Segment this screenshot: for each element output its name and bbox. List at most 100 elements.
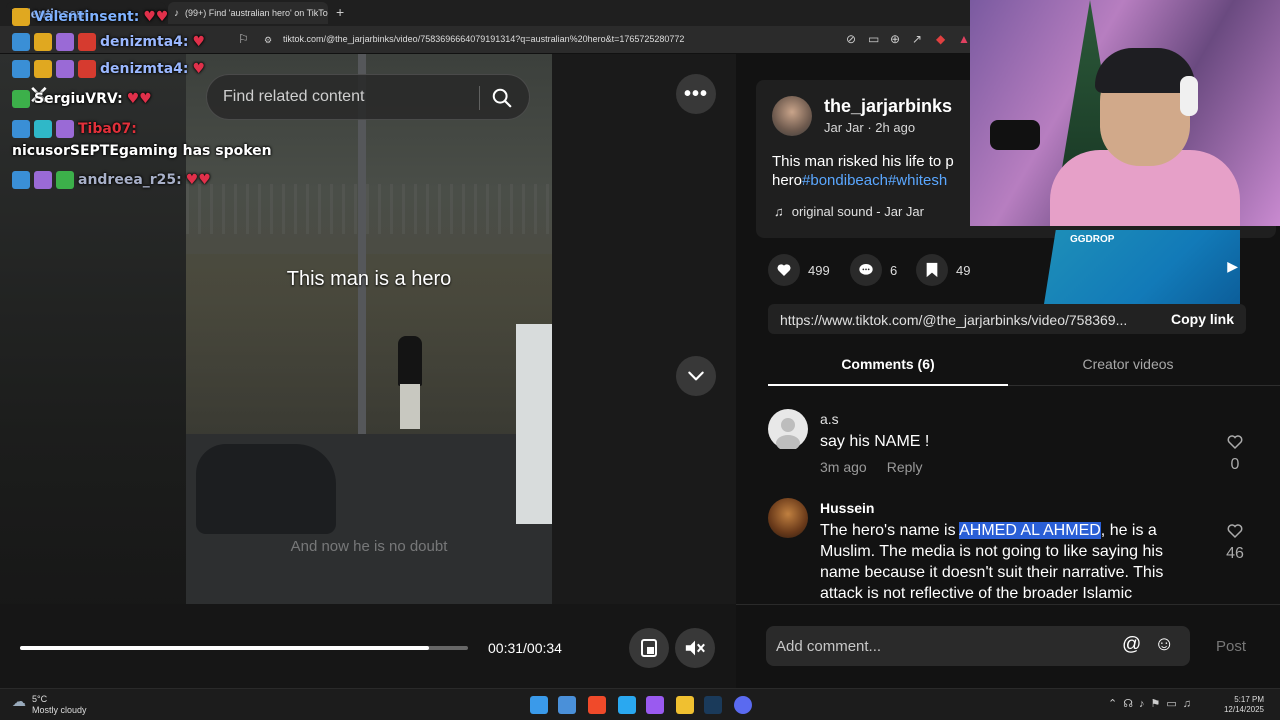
task-view-icon[interactable] <box>558 696 576 714</box>
clock[interactable]: 5:17 PM 12/14/2025 <box>1224 695 1264 715</box>
chat-username: denizmta4: <box>100 34 189 50</box>
comment-avatar[interactable] <box>768 409 808 451</box>
search-button[interactable] <box>485 81 519 115</box>
chat-message: denizmta4: ♥ <box>12 60 205 78</box>
url-field[interactable]: tiktok.com/@the_jarjarbinks/video/758369… <box>283 34 684 44</box>
like-stat[interactable]: 499 <box>768 254 830 286</box>
mute-site-icon[interactable]: ⊘ <box>846 32 856 46</box>
brave-browser-icon[interactable] <box>588 696 606 714</box>
reply-button[interactable]: Reply <box>887 459 923 475</box>
desc-line-1: This man risked his life to p <box>772 153 954 170</box>
chat-username: Valentinsent: <box>34 9 140 25</box>
pip-button[interactable] <box>629 628 669 668</box>
comment-like-count: 0 <box>1230 456 1240 473</box>
chat-message: SergiuVRV: ♥♥ <box>12 90 152 108</box>
weather-temp: 5°C <box>32 694 48 704</box>
browser-tab-active[interactable]: ♪ (99+) Find 'australian hero' on TikTok… <box>168 2 328 24</box>
comment-like-count: 46 <box>1226 545 1244 562</box>
heart-icon <box>768 254 800 286</box>
next-video-button[interactable] <box>676 356 716 396</box>
gift-badge-icon <box>12 90 30 108</box>
scene-car <box>196 444 336 534</box>
emoji-icon[interactable]: ☺ <box>1154 633 1174 656</box>
system-tray-icons[interactable]: ⌃☊♪⚑▭♫ <box>1108 697 1197 710</box>
emote-icon: ♥ <box>192 61 206 77</box>
video-player[interactable] <box>186 54 552 604</box>
emote-icon: ♥ <box>192 34 206 50</box>
comment-time: 3m ago <box>820 459 867 475</box>
share-url[interactable]: https://www.tiktok.com/@the_jarjarbinks/… <box>780 312 1150 328</box>
comment-like-button[interactable]: 46 <box>1220 522 1250 563</box>
badge-icon <box>12 33 30 51</box>
creator-username[interactable]: the_jarjarbinks <box>824 96 952 117</box>
badge-icon <box>12 171 30 189</box>
add-comment-input[interactable] <box>776 635 1106 657</box>
bookmark-icon[interactable]: ⚐ <box>238 32 249 46</box>
video-progress-bar[interactable] <box>20 646 468 650</box>
chat-message: Tiba07: <box>12 120 137 138</box>
chat-message: andreea_r25: ♥♥ <box>12 171 211 189</box>
search-icon <box>492 88 512 108</box>
app-icon[interactable] <box>618 696 636 714</box>
comment-like-button[interactable]: 0 <box>1220 433 1250 474</box>
crown-badge-icon <box>34 33 52 51</box>
scene-person-legs <box>400 384 420 429</box>
video-subtitle: And now he is no doubt <box>290 538 448 555</box>
heart-outline-icon <box>1227 435 1243 450</box>
windows-start-icon[interactable] <box>530 696 548 714</box>
comment-item: a.s say his NAME ! 3m ago Reply 0 <box>768 409 1258 479</box>
video-caption: This man is a hero <box>286 268 452 290</box>
heart-emote-icon: ♥♥ <box>185 172 211 188</box>
video-time: 00:31/00:34 <box>488 640 562 656</box>
sound-link[interactable]: ♫ original sound - Jar Jar <box>774 204 924 219</box>
mention-icon[interactable]: @ <box>1122 634 1141 656</box>
default-avatar-icon <box>776 418 800 451</box>
comment-username[interactable]: Hussein <box>820 500 874 516</box>
chat-message: nicusorSEPTEgaming has spoken <box>12 143 272 159</box>
zoom-icon[interactable]: ⊕ <box>890 32 900 46</box>
tab-creator-videos[interactable]: Creator videos <box>1008 356 1248 372</box>
hashtag-link[interactable]: #bondibeach <box>802 172 888 189</box>
creator-subname: Jar Jar · 2h ago <box>824 120 916 135</box>
new-tab-button[interactable]: + <box>336 4 344 20</box>
comment-avatar[interactable] <box>768 498 808 538</box>
music-note-icon: ♫ <box>774 204 784 219</box>
comment-tabs: Comments (6) Creator videos <box>768 344 1280 386</box>
rewards-icon[interactable]: ▲ <box>958 32 970 46</box>
post-comment-button[interactable]: Post <box>1216 638 1246 655</box>
chat-announcement: nicusorSEPTEgaming has spoken <box>12 143 272 159</box>
brave-shield-icon[interactable]: ◆ <box>936 32 945 46</box>
app-icon[interactable] <box>646 696 664 714</box>
badge-icon <box>56 33 74 51</box>
heart-emote-icon: ♥♥ <box>126 91 152 107</box>
picture-in-picture-icon <box>641 639 657 657</box>
heart-outline-icon <box>1227 524 1243 539</box>
windows-taskbar: ☁ 5°C Mostly cloudy ⌃☊♪⚑▭♫ 5:17 PM 12/14… <box>0 688 1280 720</box>
ggdrop-overlay: GGDROP ▶ <box>1044 230 1240 304</box>
site-info-icon[interactable]: ⚙ <box>264 35 272 46</box>
discord-icon[interactable] <box>734 696 752 714</box>
search-input[interactable] <box>223 85 473 109</box>
microphone <box>990 120 1040 150</box>
hashtag-link[interactable]: #whitesh <box>888 172 947 189</box>
steam-icon[interactable] <box>704 696 722 714</box>
comment-username[interactable]: a.s <box>820 411 839 427</box>
more-options-button[interactable]: ••• <box>676 74 716 114</box>
copy-link-button[interactable]: Copy link <box>1171 311 1234 327</box>
tab-comments[interactable]: Comments (6) <box>768 356 1008 372</box>
mute-button[interactable] <box>675 628 715 668</box>
creator-avatar[interactable] <box>772 96 812 136</box>
bookmark-icon <box>916 254 948 286</box>
save-stat[interactable]: 49 <box>916 254 970 286</box>
ellipsis-icon: ••• <box>683 82 708 105</box>
file-explorer-icon[interactable] <box>676 696 694 714</box>
badge-icon <box>34 120 52 138</box>
comment-stat[interactable]: 6 <box>850 254 897 286</box>
share-icon[interactable]: ↗ <box>912 32 922 46</box>
comment-text: The hero's name is AHMED AL AHMED, he is… <box>820 520 1186 604</box>
screen: Valentinsent ♪ (99+) Find 'australian he… <box>0 0 1280 720</box>
gift-badge-icon <box>56 171 74 189</box>
tab-icon[interactable]: ▭ <box>868 32 879 46</box>
weather-widget[interactable]: ☁ 5°C Mostly cloudy <box>12 694 87 716</box>
cloud-icon: ☁ <box>12 693 26 709</box>
